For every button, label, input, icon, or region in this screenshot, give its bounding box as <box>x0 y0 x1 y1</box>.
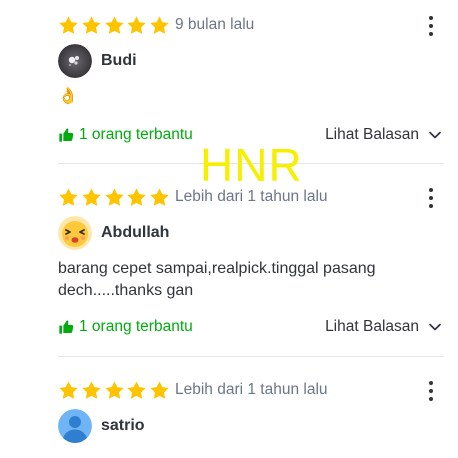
rating-row: Lebih dari 1 tahun lalu <box>58 379 328 401</box>
star-icon <box>149 380 170 401</box>
star-icon <box>81 187 102 208</box>
username: Abdullah <box>101 224 170 241</box>
view-replies-button[interactable]: Lihat Balasan <box>325 126 442 144</box>
chevron-down-icon <box>428 128 442 142</box>
avatar <box>58 409 92 443</box>
divider <box>58 356 444 357</box>
username: satrio <box>101 417 145 434</box>
review-text: barang cepet sampai,realpick.tinggal pas… <box>58 260 376 299</box>
watermark: HNR <box>200 139 303 191</box>
reviewer: satrio <box>58 409 145 443</box>
more-vertical-icon[interactable] <box>423 14 439 38</box>
star-rating <box>58 15 172 36</box>
review-time: 9 bulan lalu <box>174 16 255 33</box>
more-vertical-icon[interactable] <box>423 379 439 403</box>
rating-row: 9 bulan lalu <box>58 14 254 36</box>
chevron-down-icon <box>428 320 442 334</box>
reviewer: Budi <box>58 44 137 78</box>
review-text: 👌 <box>58 88 78 105</box>
star-icon <box>58 380 79 401</box>
star-icon <box>58 187 79 208</box>
star-icon <box>104 15 125 36</box>
avatar <box>58 44 92 78</box>
view-replies-button[interactable]: Lihat Balasan <box>325 318 442 336</box>
avatar <box>58 216 92 250</box>
star-icon <box>104 380 125 401</box>
star-icon <box>126 187 147 208</box>
helpful-count: 1 orang terbantu <box>79 126 193 143</box>
star-icon <box>149 15 170 36</box>
view-replies-label: Lihat Balasan <box>325 318 419 335</box>
thumbs-up-icon <box>58 319 74 335</box>
view-replies-label: Lihat Balasan <box>325 126 419 143</box>
thumbs-up-icon <box>58 127 74 143</box>
star-icon <box>58 15 79 36</box>
review-actions: 1 orang terbantu Lihat Balasan <box>58 316 442 338</box>
helpful-count: 1 orang terbantu <box>79 318 193 335</box>
username: Budi <box>101 52 137 69</box>
helpful-button[interactable]: 1 orang terbantu <box>58 318 193 336</box>
star-icon <box>104 187 125 208</box>
review-time: Lebih dari 1 tahun lalu <box>174 381 328 398</box>
star-icon <box>149 187 170 208</box>
star-rating <box>58 187 172 208</box>
star-icon <box>126 15 147 36</box>
star-icon <box>81 15 102 36</box>
star-icon <box>126 380 147 401</box>
helpful-button[interactable]: 1 orang terbantu <box>58 126 193 144</box>
star-icon <box>81 380 102 401</box>
reviewer: Abdullah <box>58 216 169 250</box>
more-vertical-icon[interactable] <box>423 186 439 210</box>
star-rating <box>58 380 172 401</box>
